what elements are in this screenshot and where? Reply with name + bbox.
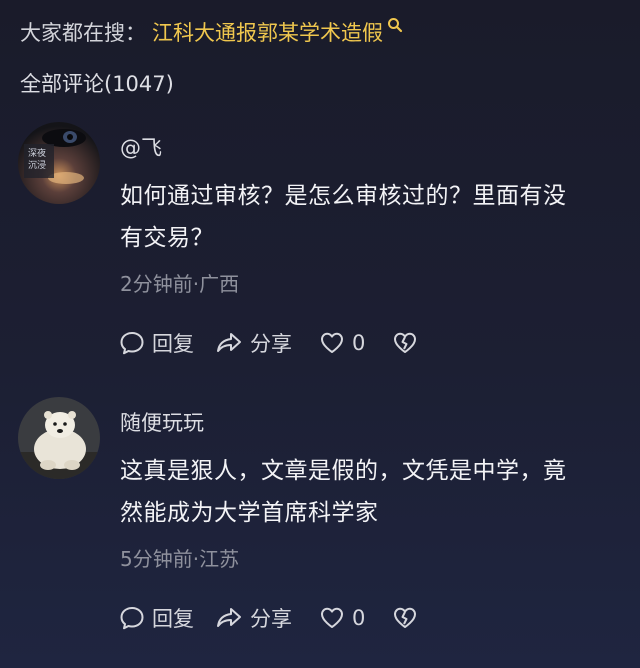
reply-label: 回复	[152, 607, 194, 631]
like-count: 0	[352, 606, 366, 630]
comment-actions: 回复 分享 0	[118, 326, 419, 360]
comment-text-line: 如何通过审核？是怎么审核过的？里面有没	[120, 183, 567, 209]
like-button[interactable]: 0	[318, 329, 365, 357]
search-suggestion-link[interactable]: 江科大通报郭某学术造假	[152, 17, 383, 47]
reply-button[interactable]: 回复	[118, 328, 194, 358]
comment-text: 这真是狠人，文章是假的，文凭是中学，竟 然能成为大学首席科学家	[120, 450, 620, 534]
search-suggestion-prefix: 大家都在搜：	[20, 21, 146, 45]
dislike-button[interactable]	[391, 604, 419, 632]
comment-text-line: 这真是狠人，文章是假的，文凭是中学，竟	[120, 458, 567, 484]
broken-heart-icon	[394, 332, 417, 353]
comment-actions: 回复 分享 0	[118, 601, 419, 635]
share-button[interactable]: 分享	[214, 328, 292, 358]
comment-username[interactable]: 随便玩玩	[120, 407, 204, 437]
dislike-button[interactable]	[391, 329, 419, 357]
share-arrow-icon	[217, 608, 241, 627]
comment-text: 如何通过审核？是怎么审核过的？里面有没 有交易？	[120, 175, 620, 259]
share-label: 分享	[250, 332, 292, 356]
share-arrow-icon	[217, 333, 241, 352]
search-suggestion-bar[interactable]: 大家都在搜： 江科大通报郭某学术造假	[20, 14, 403, 50]
comment-text-line: 有交易？	[120, 225, 214, 251]
share-label: 分享	[250, 607, 292, 631]
reply-button[interactable]: 回复	[118, 603, 194, 633]
comment-time-location: 2分钟前·广西	[120, 272, 240, 296]
broken-heart-icon	[394, 607, 417, 628]
comment-bubble-icon	[120, 607, 144, 630]
galaxy-eye-avatar-image: 深夜 沉浸	[18, 122, 100, 204]
like-count: 0	[352, 331, 366, 355]
like-button[interactable]: 0	[318, 604, 365, 632]
comment-item: 随便玩玩 这真是狠人，文章是假的，文凭是中学，竟 然能成为大学首席科学家 5分钟…	[0, 395, 640, 665]
comment-username[interactable]: @飞	[120, 132, 162, 162]
comments-count-heading: 全部评论(1047)	[20, 72, 174, 96]
heart-icon	[321, 607, 343, 628]
svg-text:沉浸: 沉浸	[28, 160, 46, 171]
avatar[interactable]: 深夜 沉浸	[18, 122, 100, 204]
svg-text:深夜: 深夜	[28, 147, 46, 159]
reply-label: 回复	[152, 332, 194, 356]
comment-text-line: 然能成为大学首席科学家	[120, 500, 379, 526]
polar-bear-avatar-image	[18, 397, 100, 479]
comment-item: 深夜 沉浸 @飞 如何通过审核？是怎么审核过的？里面有没 有交易？ 2分钟前·广…	[0, 120, 640, 390]
comment-bubble-icon	[120, 332, 144, 355]
avatar[interactable]	[18, 397, 100, 479]
share-button[interactable]: 分享	[214, 603, 292, 633]
comment-time-location: 5分钟前·江苏	[120, 547, 240, 571]
heart-icon	[321, 332, 343, 353]
search-icon[interactable]	[387, 17, 403, 33]
